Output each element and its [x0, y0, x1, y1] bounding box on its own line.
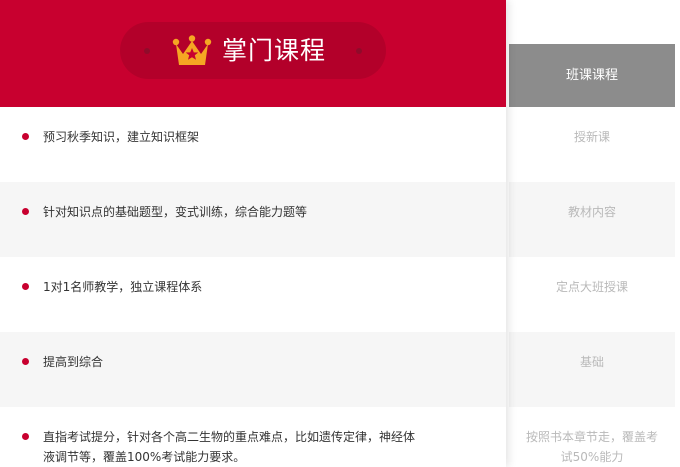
compare-cell: 定点大班授课 — [509, 257, 675, 332]
feature-rows: 预习秋季知识，建立知识框架 针对知识点的基础题型，变式训练，综合能力题等 1对1… — [0, 107, 506, 467]
compare-cell: 授新课 — [509, 107, 675, 182]
page-title: 掌门课程 — [222, 36, 327, 65]
feature-row: 预习秋季知识，建立知识框架 — [0, 107, 506, 182]
feature-text: 提高到综合 — [43, 355, 104, 369]
zhangmen-course-column: 掌门课程 预习秋季知识，建立知识框架 针对知识点的基础题型，变式训练，综合能力题… — [0, 0, 506, 467]
bullet-icon — [22, 433, 29, 440]
bullet-icon — [22, 133, 29, 140]
feature-text: 1对1名师教学，独立课程体系 — [43, 280, 203, 294]
feature-text: 预习秋季知识，建立知识框架 — [43, 130, 200, 144]
feature-row: 直指考试提分，针对各个高二生物的重点难点，比如遗传定律，神经体液调节等，覆盖10… — [0, 407, 506, 467]
feature-row: 1对1名师教学，独立课程体系 — [0, 257, 506, 332]
course-header: 掌门课程 — [0, 0, 506, 107]
bullet-icon — [22, 283, 29, 290]
bullet-icon — [22, 208, 29, 215]
feature-row: 针对知识点的基础题型，变式训练，综合能力题等 — [0, 182, 506, 257]
class-course-column: 班课课程 授新课 教材内容 定点大班授课 基础 按照书本章节走，覆盖考试50%能… — [509, 44, 675, 467]
class-course-header: 班课课程 — [509, 44, 675, 107]
feature-text: 直指考试提分，针对各个高二生物的重点难点，比如遗传定律，神经体液调节等，覆盖10… — [43, 430, 416, 464]
bullet-icon — [22, 358, 29, 365]
compare-cell: 教材内容 — [509, 182, 675, 257]
feature-text: 针对知识点的基础题型，变式训练，综合能力题等 — [43, 205, 308, 219]
course-comparison: 班课课程 授新课 教材内容 定点大班授课 基础 按照书本章节走，覆盖考试50%能… — [0, 0, 680, 467]
feature-row: 提高到综合 — [0, 332, 506, 407]
pill-dot-icon — [144, 48, 150, 54]
title-pill: 掌门课程 — [120, 22, 386, 79]
compare-text: 基础 — [579, 355, 604, 369]
class-course-rows: 授新课 教材内容 定点大班授课 基础 按照书本章节走，覆盖考试50%能力 — [509, 107, 675, 467]
pill-dot-icon — [356, 48, 362, 54]
compare-text: 按照书本章节走，覆盖考试50%能力 — [525, 430, 658, 464]
compare-text: 授新课 — [573, 130, 610, 144]
compare-cell: 按照书本章节走，覆盖考试50%能力 — [509, 407, 675, 467]
crown-icon — [172, 35, 212, 65]
compare-text: 教材内容 — [567, 205, 616, 219]
compare-cell: 基础 — [509, 332, 675, 407]
compare-text: 定点大班授课 — [555, 280, 628, 294]
